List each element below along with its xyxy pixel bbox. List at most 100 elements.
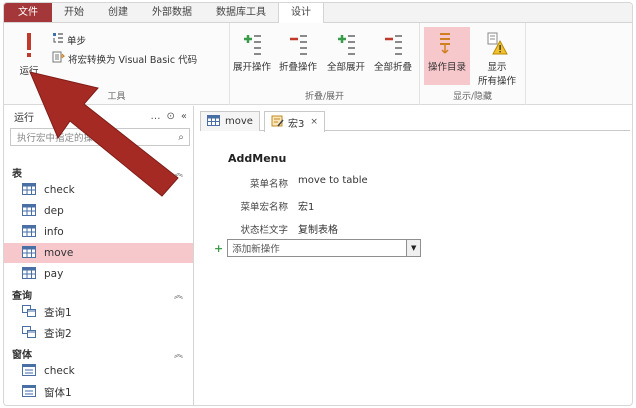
query-icon (22, 325, 36, 341)
nav-item-table[interactable]: dep (4, 201, 193, 221)
ribbon-tab-bar: 文件 开始 创建 外部数据 数据库工具 设计 (4, 3, 632, 23)
expand-all-button[interactable]: 全部展开 (324, 31, 368, 73)
exclamation-icon (23, 31, 35, 61)
ribbon: 运行 单步 将宏转换为 Visual Basic 代码 工具 展开操作 折叠操作… (4, 23, 632, 105)
nav-section-tables[interactable]: 表 ︽ (4, 164, 193, 180)
collapse-action-button[interactable]: 折叠操作 (276, 31, 320, 73)
expand-action-label: 展开操作 (232, 62, 271, 73)
tab-home[interactable]: 开始 (52, 3, 96, 22)
ribbon-group-tools: 运行 单步 将宏转换为 Visual Basic 代码 工具 (4, 23, 230, 105)
nav-item-label: move (44, 247, 74, 259)
doc-tab-macro3[interactable]: 宏3 × (264, 111, 325, 132)
collapse-action-icon (287, 31, 309, 57)
macro-action-title: AddMenu (228, 152, 287, 165)
nav-item-label: 查询1 (44, 306, 72, 319)
ribbon-group-show-hide: 操作目录 显示 所有操作 显示/隐藏 (420, 23, 526, 105)
chevron-up-icon[interactable]: ︽ (174, 347, 183, 360)
nav-menu-dots-icon[interactable]: … (150, 111, 160, 122)
single-step-label: 单步 (67, 35, 87, 47)
nav-section-label: 查询 (12, 290, 32, 302)
group-label-show-hide: 显示/隐藏 (452, 92, 493, 102)
nav-item-label: check (44, 365, 75, 377)
chevron-down-icon[interactable]: ▼ (406, 240, 421, 256)
collapse-all-label: 全部折叠 (373, 62, 412, 73)
nav-search-input[interactable]: 执行宏中指定的操作 (11, 130, 173, 144)
prop-value-menu-macro-name[interactable]: 宏1 (298, 198, 314, 213)
nav-item-table-selected[interactable]: move (4, 243, 193, 263)
run-button[interactable]: 运行 (12, 31, 46, 77)
nav-search-box[interactable]: 执行宏中指定的操作 ⌕ (10, 128, 190, 146)
table-icon (22, 245, 36, 261)
step-icon (52, 32, 64, 47)
nav-item-table[interactable]: pay (4, 264, 193, 284)
form-icon (22, 363, 36, 379)
doc-tab-label: move (225, 116, 253, 127)
navigation-pane: 运行 … ⊙ « 执行宏中指定的操作 ⌕ 表 ︽ check dep info (4, 106, 194, 405)
tab-design[interactable]: 设计 (278, 3, 324, 23)
collapse-all-icon (382, 31, 404, 57)
prop-label-status-bar-text: 状态栏文字 (240, 225, 288, 236)
nav-section-label: 表 (12, 168, 22, 180)
query-icon (22, 304, 36, 320)
table-icon (22, 266, 36, 282)
expand-action-button[interactable]: 展开操作 (230, 31, 274, 73)
nav-item-form[interactable]: check (4, 361, 193, 381)
nav-item-form[interactable]: 窗体1 (4, 382, 193, 402)
table-icon (22, 203, 36, 219)
action-catalog-icon (436, 31, 458, 57)
nav-section-label: 窗体 (12, 349, 32, 361)
ribbon-group-collapse-expand: 展开操作 折叠操作 全部展开 全部折叠 折叠/展开 (230, 23, 420, 105)
app-window: 文件 开始 创建 外部数据 数据库工具 设计 运行 单步 将宏转换为 Visua… (3, 2, 633, 406)
prop-value-status-bar-text[interactable]: 复制表格 (298, 221, 338, 236)
convert-to-vb-label: 将宏转换为 Visual Basic 代码 (68, 54, 198, 66)
tab-database-tools[interactable]: 数据库工具 (204, 3, 278, 22)
action-catalog-button[interactable]: 操作目录 (424, 27, 470, 85)
add-new-action-combobox[interactable]: 添加新操作 ▼ (227, 239, 422, 257)
collapse-all-button[interactable]: 全部折叠 (370, 31, 416, 73)
chevron-up-icon[interactable]: ︽ (174, 166, 183, 179)
close-icon[interactable]: × (310, 117, 318, 127)
expand-action-icon (241, 31, 263, 57)
nav-item-label: check (44, 184, 75, 196)
doc-tab-move[interactable]: move (200, 111, 260, 131)
add-new-action-text[interactable]: 添加新操作 (228, 241, 406, 255)
group-label-collapse-expand: 折叠/展开 (304, 92, 345, 102)
nav-item-label: 查询2 (44, 327, 72, 340)
convert-icon (52, 51, 66, 66)
single-step-button[interactable]: 单步 (52, 32, 86, 47)
collapse-action-label: 折叠操作 (278, 62, 317, 73)
add-new-action-row: + 添加新操作 ▼ (214, 239, 422, 257)
prop-label-menu-macro-name: 菜单宏名称 (240, 202, 288, 213)
macro-icon (271, 115, 284, 130)
form-icon (22, 384, 36, 400)
nav-item-table[interactable]: info (4, 222, 193, 242)
expand-all-icon (335, 31, 357, 57)
prop-value-menu-name[interactable]: move to table (298, 175, 368, 186)
convert-to-vb-button[interactable]: 将宏转换为 Visual Basic 代码 (52, 51, 197, 66)
warning-icon (486, 31, 508, 57)
nav-item-query[interactable]: 查询1 (4, 302, 193, 322)
table-icon (207, 114, 220, 129)
nav-dropdown-icon[interactable]: ⊙ (166, 111, 174, 122)
tab-external-data[interactable]: 外部数据 (140, 3, 204, 22)
table-icon (22, 224, 36, 240)
nav-section-forms[interactable]: 窗体 ︽ (4, 345, 193, 361)
prop-label-menu-name: 菜单名称 (249, 179, 288, 190)
nav-collapse-icon[interactable]: « (181, 111, 187, 122)
show-all-actions-button[interactable]: 显示 所有操作 (472, 31, 522, 87)
group-label-tools: 工具 (107, 92, 126, 102)
nav-section-queries[interactable]: 查询 ︽ (4, 286, 193, 302)
show-all-actions-label-2: 所有操作 (477, 76, 516, 87)
tab-create[interactable]: 创建 (96, 3, 140, 22)
nav-item-label: dep (44, 205, 64, 217)
table-icon (22, 182, 36, 198)
plus-icon: + (214, 241, 224, 255)
nav-item-query[interactable]: 查询2 (4, 323, 193, 343)
run-label: 运行 (19, 66, 39, 77)
tab-file[interactable]: 文件 (4, 3, 52, 22)
search-icon[interactable]: ⌕ (173, 132, 189, 143)
doc-tab-label: 宏3 (288, 118, 305, 130)
document-tab-strip: move 宏3 × (200, 111, 630, 132)
chevron-up-icon[interactable]: ︽ (174, 288, 183, 301)
nav-item-table[interactable]: check (4, 180, 193, 200)
